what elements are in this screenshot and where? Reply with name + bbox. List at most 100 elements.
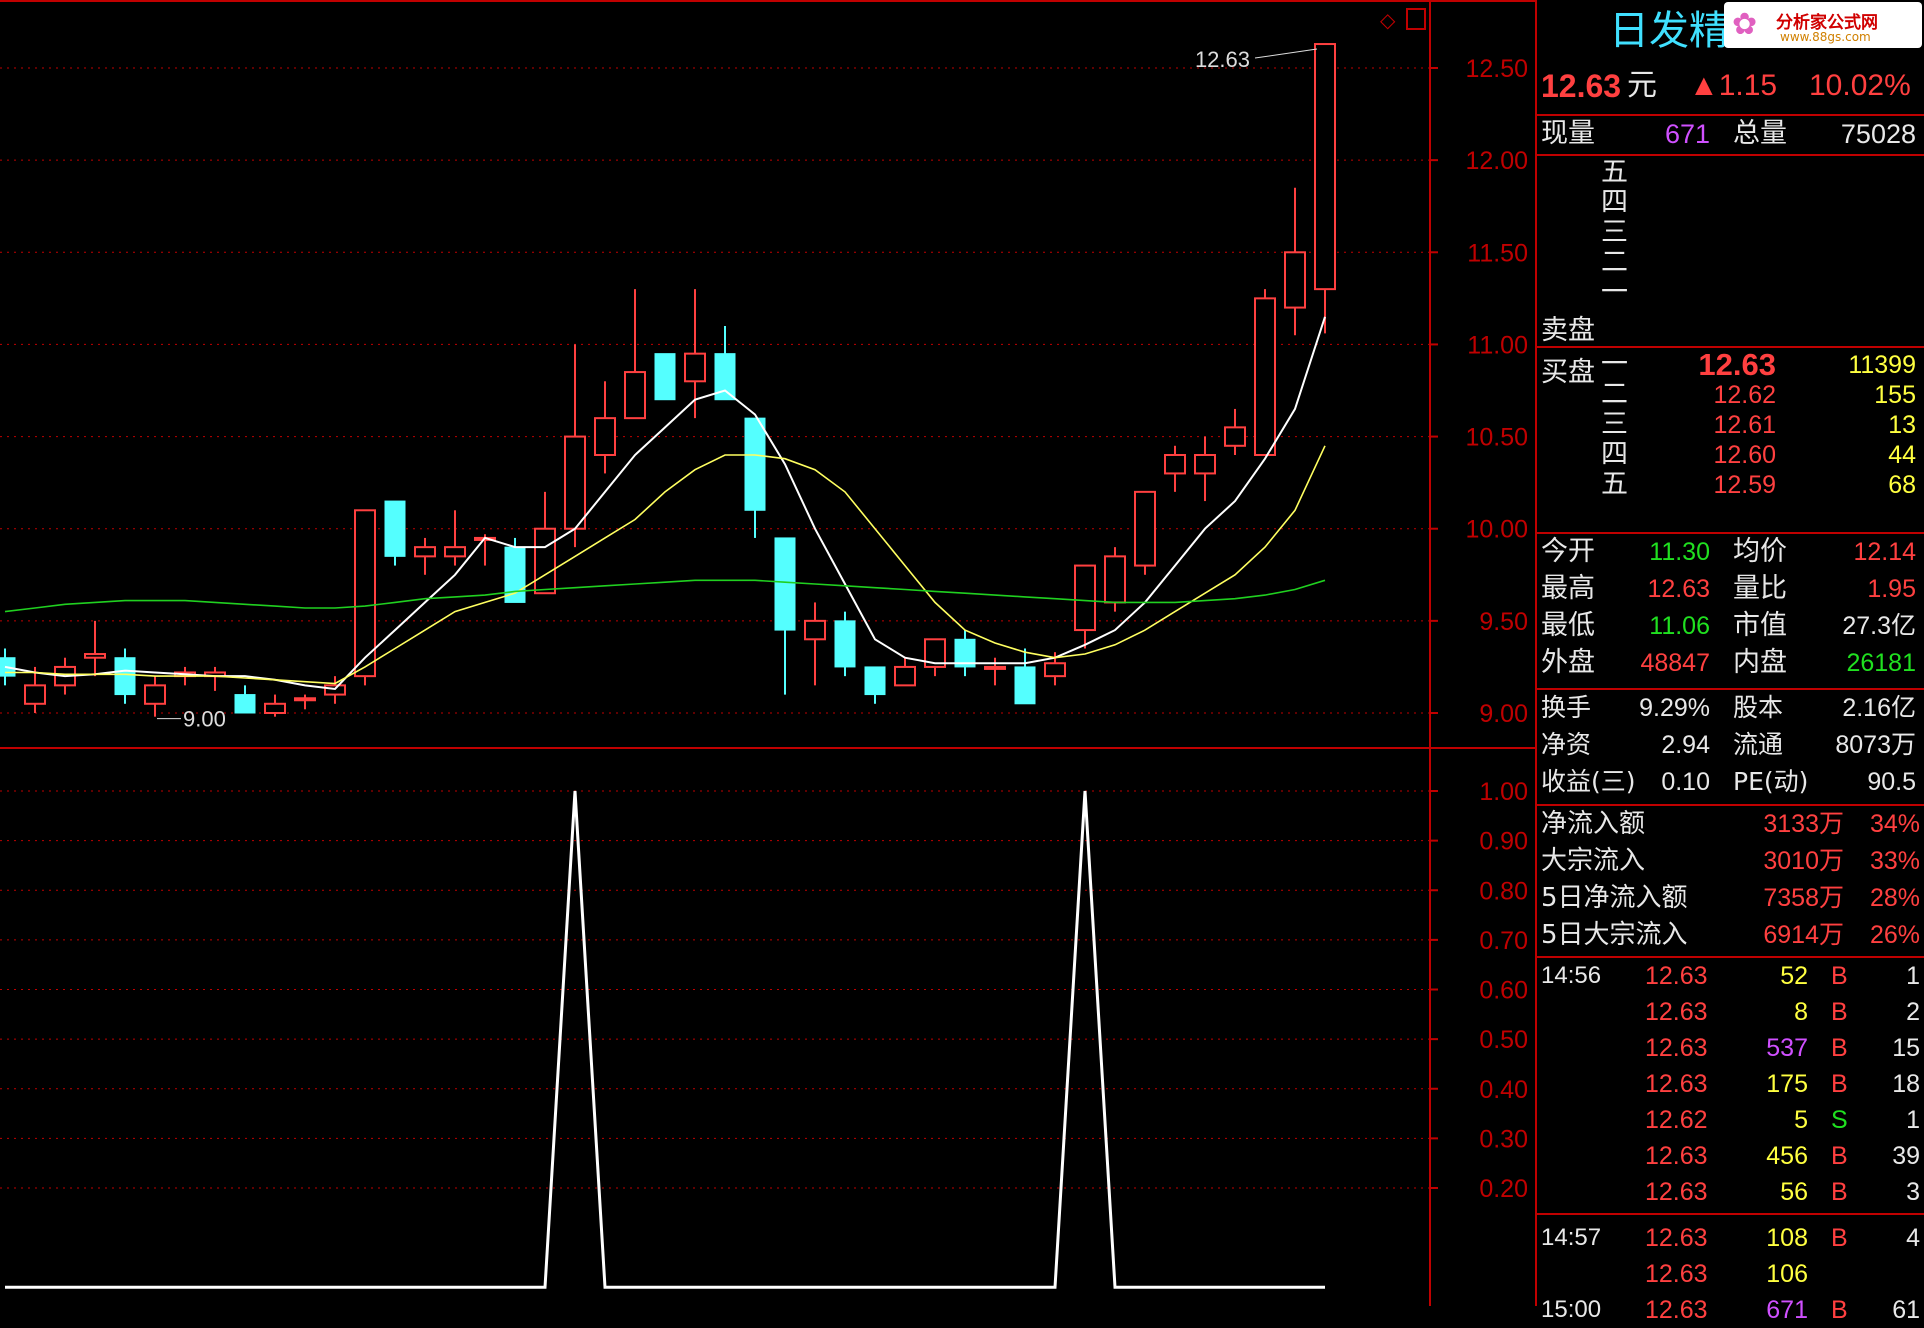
candle-body-down	[504, 546, 526, 603]
stats-row: 今开 11.30 均价 12.14	[1537, 534, 1924, 570]
buy-level-label: 四	[1601, 439, 1628, 470]
buy-level-label: 二	[1601, 379, 1628, 410]
tick-list[interactable]: 14:56 12.63 52 B 1 12.63 8 B 2 12.63 537 B 15 12.63 17…	[1537, 958, 1924, 1324]
tick-price: 12.63	[1645, 1224, 1708, 1252]
tick-row: 12.63 175 B 18	[1537, 1066, 1924, 1102]
tick-side: B	[1831, 1296, 1848, 1324]
flow-label: 净流入额	[1541, 809, 1646, 839]
candle	[744, 417, 766, 538]
candle	[564, 344, 586, 548]
sell-level-row: 五	[1537, 158, 1924, 188]
tick-volume: 56	[1780, 1178, 1808, 1206]
tick-price: 12.63	[1645, 962, 1708, 990]
chart-area[interactable]: 12.50 12.00 11.50 11.00 10.50 10.00 9.50 9.00 12…	[0, 0, 1535, 1306]
tick-count: 61	[1892, 1296, 1920, 1324]
tick-side: B	[1831, 998, 1848, 1026]
stat-label: 均价	[1733, 536, 1787, 567]
tick-side: B	[1831, 1224, 1848, 1252]
candle-body-up	[684, 352, 706, 383]
candle-body-up	[294, 697, 316, 702]
flow-value: 3133万	[1763, 810, 1844, 838]
buy-price: 12.62	[1713, 381, 1776, 409]
tick-count: 1	[1906, 962, 1920, 990]
stats-table: 今开 11.30 均价 12.14 最高 12.63 量比 1.95 最低 11.06 市值 27.3…	[1537, 534, 1924, 684]
tick-price: 12.63	[1645, 1142, 1708, 1170]
y-tick-label: 0.70	[1479, 927, 1528, 955]
candle-body-up	[414, 546, 436, 558]
money-flow-row: 净流入额 3133万 34%	[1537, 806, 1924, 842]
y-tick-label: 0.20	[1479, 1175, 1528, 1203]
money-flow-table: 净流入额 3133万 34% 大宗流入 3010万 33% 5日净流入额 7358万 28% 5日…	[1537, 806, 1924, 954]
candle	[294, 694, 316, 710]
candle-body-up	[1164, 454, 1186, 475]
candle	[804, 602, 826, 686]
window-icon[interactable]	[1406, 8, 1426, 30]
stat-value: 12.63	[1647, 575, 1710, 603]
stat-label: 量比	[1733, 573, 1787, 604]
sell-level-label: 二	[1601, 247, 1628, 278]
buy-price: 12.60	[1713, 441, 1776, 469]
candle-body-down	[774, 537, 796, 631]
fund-value: 2.16亿	[1842, 694, 1916, 722]
price-change: ▲1.15	[1689, 69, 1778, 102]
candle-body-up	[804, 619, 826, 641]
y-tick-label: 0.30	[1479, 1125, 1528, 1153]
candle	[204, 666, 226, 691]
candle-body-down	[834, 620, 856, 668]
buy-volume: 11399	[1848, 351, 1916, 379]
flow-pct: 33%	[1869, 847, 1920, 875]
tick-time: 14:57	[1541, 1224, 1602, 1251]
candle-body-up	[84, 653, 106, 659]
buy-level-label: 五	[1601, 469, 1628, 500]
fundamentals-row: 换手 9.29% 股本 2.16亿	[1537, 690, 1924, 726]
y-tick-label: 9.00	[1479, 700, 1528, 728]
candle-body-up	[1074, 564, 1096, 632]
diamond-icon[interactable]: ◇	[1380, 8, 1395, 32]
stat-value: 27.3亿	[1842, 612, 1916, 640]
candle-body-up	[1254, 297, 1276, 456]
fund-value: 2.94	[1661, 731, 1710, 759]
candle-body-up	[1194, 454, 1216, 475]
y-tick-label: 11.50	[1467, 239, 1528, 267]
tick-row: 12.63 56 B 3	[1537, 1174, 1924, 1210]
tick-count: 2	[1906, 998, 1920, 1026]
fundamentals-row: 收益(三) 0.10 PE(动) 90.5	[1537, 764, 1924, 800]
candle	[1254, 289, 1276, 456]
y-tick-label: 12.50	[1465, 55, 1528, 83]
stats-row: 最低 11.06 市值 27.3亿	[1537, 608, 1924, 644]
tick-row: 12.62 5 S 1	[1537, 1102, 1924, 1138]
buy-level-row: 二 12.62 155	[1537, 380, 1924, 410]
sell-level-label: 四	[1601, 187, 1628, 218]
candle-body-up	[984, 665, 1006, 670]
candle	[654, 353, 676, 401]
y-tick-label: 10.00	[1465, 516, 1528, 544]
stat-value: 1.95	[1867, 575, 1916, 603]
fund-value: 90.5	[1867, 768, 1916, 796]
buy-level-row: 四 12.60 44	[1537, 440, 1924, 470]
buy-level-row: 五 12.59 68	[1537, 470, 1924, 500]
candle	[414, 537, 436, 575]
candle	[624, 289, 646, 420]
tick-volume: 8	[1794, 998, 1808, 1026]
tick-row: 15:00 12.63 671 B 61	[1537, 1292, 1924, 1328]
candlestick-chart[interactable]: 12.50 12.00 11.50 11.00 10.50 10.00 9.50 9.00 12…	[0, 0, 1535, 1306]
buy-price: 12.61	[1713, 411, 1776, 439]
candle	[384, 500, 406, 566]
buy-volume: 68	[1888, 471, 1916, 499]
tick-price: 12.63	[1645, 1034, 1708, 1062]
sell-label: 卖盘	[1541, 315, 1595, 346]
tick-volume: 456	[1766, 1142, 1808, 1170]
candle-body-down	[234, 694, 256, 714]
candle-body-down	[384, 500, 406, 557]
candle	[84, 620, 106, 677]
candle-body-up	[1134, 490, 1156, 567]
volume-total-label: 总量	[1733, 118, 1787, 149]
sell-level-row: 三	[1537, 218, 1924, 248]
tick-side: S	[1831, 1106, 1848, 1134]
price-unit: 元	[1627, 68, 1657, 103]
candle	[444, 510, 466, 566]
fundamentals-row: 净资 2.94 流通 8073万	[1537, 727, 1924, 763]
candle	[1134, 490, 1156, 575]
y-tick-label: 10.50	[1465, 424, 1528, 452]
sell-level-row: 一	[1537, 278, 1924, 308]
